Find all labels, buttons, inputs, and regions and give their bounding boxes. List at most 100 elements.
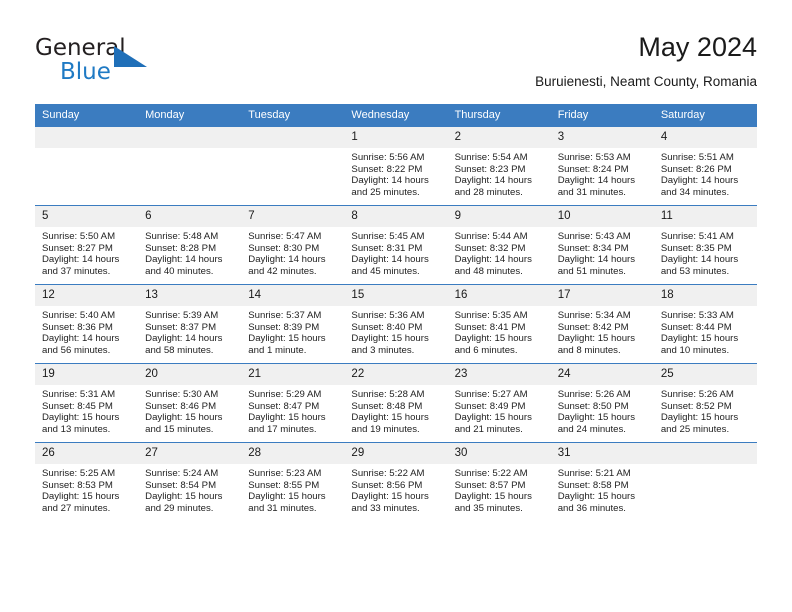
day-number: 15	[344, 285, 448, 306]
calendar-day-cell[interactable]: 21 Sunrise: 5:29 AM Sunset: 8:47 PM Dayligh…	[241, 363, 345, 443]
calendar-day-cell[interactable]: 29 Sunrise: 5:22 AM Sunset: 8:56 PM Dayligh…	[344, 442, 448, 521]
sunrise-text: Sunrise: 5:37 AM	[248, 310, 322, 321]
day-details: Sunrise: 5:26 AM Sunset: 8:52 PM Daylight:…	[654, 385, 757, 435]
sunset-text: Sunset: 8:46 PM	[145, 400, 217, 412]
sunset-text: Sunset: 8:32 PM	[454, 242, 526, 254]
sunrise-text: Sunrise: 5:36 AM	[351, 310, 425, 321]
sunset-text: Sunset: 8:26 PM	[660, 163, 732, 175]
calendar-day-cell[interactable]: 1 Sunrise: 5:56 AM Sunset: 8:22 PM Daylight…	[344, 126, 448, 206]
daylight-text: Daylight: 15 hours and 10 minutes.	[660, 333, 739, 356]
day-number: 28	[241, 443, 345, 464]
calendar-day-cell[interactable]: 30 Sunrise: 5:22 AM Sunset: 8:57 PM Dayligh…	[447, 442, 551, 521]
sunset-text: Sunset: 8:27 PM	[42, 242, 113, 254]
calendar-day-cell[interactable]: 10 Sunrise: 5:43 AM Sunset: 8:34 PM Dayligh…	[550, 205, 654, 285]
calendar-day-cell[interactable]: 23 Sunrise: 5:27 AM Sunset: 8:49 PM Dayligh…	[447, 363, 551, 443]
day-details: Sunrise: 5:21 AM Sunset: 8:58 PM Daylight:…	[551, 464, 654, 514]
calendar-day-cell[interactable]: 19 Sunrise: 5:31 AM Sunset: 8:45 PM Dayligh…	[35, 363, 139, 443]
day-number: 3	[550, 127, 654, 148]
calendar-day-cell[interactable]: 11 Sunrise: 5:41 AM Sunset: 8:35 PM Dayligh…	[653, 205, 757, 285]
day-details: Sunrise: 5:25 AM Sunset: 8:53 PM Daylight:…	[35, 464, 138, 514]
calendar-day-cell[interactable]: 22 Sunrise: 5:28 AM Sunset: 8:48 PM Dayligh…	[344, 363, 448, 443]
day-details: Sunrise: 5:34 AM Sunset: 8:42 PM Daylight:…	[551, 306, 654, 356]
calendar-day-cell[interactable]: 12 Sunrise: 5:40 AM Sunset: 8:36 PM Dayligh…	[35, 284, 139, 364]
calendar-day-cell[interactable]: 5 Sunrise: 5:50 AM Sunset: 8:27 PM Daylight…	[35, 205, 139, 285]
sunset-text: Sunset: 8:30 PM	[248, 242, 320, 254]
day-details: Sunrise: 5:40 AM Sunset: 8:36 PM Daylight:…	[35, 306, 138, 356]
day-details: Sunrise: 5:36 AM Sunset: 8:40 PM Daylight:…	[344, 306, 447, 356]
sunrise-text: Sunrise: 5:48 AM	[145, 231, 219, 242]
calendar-day-cell[interactable]: 28 Sunrise: 5:23 AM Sunset: 8:55 PM Dayligh…	[241, 442, 345, 521]
daylight-text: Daylight: 14 hours and 42 minutes.	[248, 254, 326, 277]
daylight-text: Daylight: 15 hours and 35 minutes.	[454, 491, 532, 514]
calendar-day-cell[interactable]: 14 Sunrise: 5:37 AM Sunset: 8:39 PM Dayligh…	[241, 284, 345, 364]
page-subtitle: Buruienesti, Neamt County, Romania	[535, 74, 757, 89]
calendar-day-cell[interactable]: 31 Sunrise: 5:21 AM Sunset: 8:58 PM Dayligh…	[550, 442, 654, 521]
day-number: 12	[35, 285, 139, 306]
sunset-text: Sunset: 8:44 PM	[660, 321, 732, 333]
weekday-header-monday: Monday	[138, 104, 242, 127]
calendar-day-cell[interactable]: 2 Sunrise: 5:54 AM Sunset: 8:23 PM Daylight…	[447, 126, 551, 206]
day-number: 10	[550, 206, 654, 227]
day-details: Sunrise: 5:37 AM Sunset: 8:39 PM Daylight:…	[241, 306, 344, 356]
day-details: Sunrise: 5:56 AM Sunset: 8:22 PM Daylight:…	[344, 148, 447, 198]
sunset-text: Sunset: 8:58 PM	[557, 479, 629, 491]
day-details: Sunrise: 5:33 AM Sunset: 8:44 PM Daylight:…	[654, 306, 757, 356]
daylight-text: Daylight: 14 hours and 31 minutes.	[557, 175, 636, 198]
sunrise-text: Sunrise: 5:26 AM	[660, 389, 734, 400]
sunrise-text: Sunrise: 5:53 AM	[557, 152, 631, 163]
sunrise-text: Sunrise: 5:30 AM	[145, 389, 219, 400]
title-block: May 2024 Buruienesti, Neamt County, Roma…	[535, 30, 757, 92]
day-number	[241, 127, 345, 148]
sunrise-text: Sunrise: 5:31 AM	[42, 389, 116, 400]
sunrise-text: Sunrise: 5:39 AM	[145, 310, 219, 321]
calendar-day-cell[interactable]: 18 Sunrise: 5:33 AM Sunset: 8:44 PM Dayligh…	[653, 284, 757, 364]
day-number: 17	[550, 285, 654, 306]
daylight-text: Daylight: 15 hours and 33 minutes.	[351, 491, 429, 514]
calendar-day-cell[interactable]: 3 Sunrise: 5:53 AM Sunset: 8:24 PM Daylight…	[550, 126, 654, 206]
day-number: 7	[241, 206, 345, 227]
calendar-day-cell[interactable]: 13 Sunrise: 5:39 AM Sunset: 8:37 PM Dayligh…	[138, 284, 242, 364]
logo-triangle-icon	[114, 46, 147, 67]
calendar-day-cell[interactable]: 25 Sunrise: 5:26 AM Sunset: 8:52 PM Dayligh…	[653, 363, 757, 443]
sunrise-text: Sunrise: 5:50 AM	[42, 231, 116, 242]
calendar-day-cell[interactable]: 9 Sunrise: 5:44 AM Sunset: 8:32 PM Daylight…	[447, 205, 551, 285]
sunset-text: Sunset: 8:57 PM	[454, 479, 526, 491]
calendar-day-cell[interactable]: 26 Sunrise: 5:25 AM Sunset: 8:53 PM Dayligh…	[35, 442, 139, 521]
day-details: Sunrise: 5:48 AM Sunset: 8:28 PM Daylight:…	[138, 227, 241, 277]
day-number: 24	[550, 364, 654, 385]
day-number: 21	[241, 364, 345, 385]
calendar-day-cell[interactable]: 15 Sunrise: 5:36 AM Sunset: 8:40 PM Dayligh…	[344, 284, 448, 364]
calendar-empty-cell	[653, 442, 757, 521]
day-details: Sunrise: 5:24 AM Sunset: 8:54 PM Daylight:…	[138, 464, 241, 514]
sunrise-text: Sunrise: 5:22 AM	[454, 468, 528, 479]
weekday-header-friday: Friday	[550, 104, 654, 127]
sunrise-text: Sunrise: 5:35 AM	[454, 310, 528, 321]
sunset-text: Sunset: 8:47 PM	[248, 400, 320, 412]
calendar-day-cell[interactable]: 20 Sunrise: 5:30 AM Sunset: 8:46 PM Dayligh…	[138, 363, 242, 443]
sunrise-text: Sunrise: 5:56 AM	[351, 152, 425, 163]
calendar-day-cell[interactable]: 8 Sunrise: 5:45 AM Sunset: 8:31 PM Daylight…	[344, 205, 448, 285]
calendar-header-row: Sunday Monday Tuesday Wednesday Thursday…	[35, 104, 757, 127]
day-number: 26	[35, 443, 139, 464]
calendar-day-cell[interactable]: 17 Sunrise: 5:34 AM Sunset: 8:42 PM Dayligh…	[550, 284, 654, 364]
sunrise-text: Sunrise: 5:41 AM	[660, 231, 734, 242]
sunrise-text: Sunrise: 5:44 AM	[454, 231, 528, 242]
daylight-text: Daylight: 15 hours and 31 minutes.	[248, 491, 326, 514]
sunset-text: Sunset: 8:48 PM	[351, 400, 423, 412]
sunrise-text: Sunrise: 5:47 AM	[248, 231, 322, 242]
daylight-text: Daylight: 15 hours and 1 minute.	[248, 333, 326, 356]
day-number: 8	[344, 206, 448, 227]
daylight-text: Daylight: 14 hours and 51 minutes.	[557, 254, 636, 277]
calendar-day-cell[interactable]: 7 Sunrise: 5:47 AM Sunset: 8:30 PM Daylight…	[241, 205, 345, 285]
calendar-day-cell[interactable]: 6 Sunrise: 5:48 AM Sunset: 8:28 PM Daylight…	[138, 205, 242, 285]
day-details: Sunrise: 5:45 AM Sunset: 8:31 PM Daylight:…	[344, 227, 447, 277]
calendar-empty-cell	[35, 126, 139, 206]
calendar-day-cell[interactable]: 27 Sunrise: 5:24 AM Sunset: 8:54 PM Dayligh…	[138, 442, 242, 521]
calendar-day-cell[interactable]: 24 Sunrise: 5:26 AM Sunset: 8:50 PM Dayligh…	[550, 363, 654, 443]
sunrise-sunset-calendar: Sunday Monday Tuesday Wednesday Thursday…	[35, 104, 757, 521]
day-number	[138, 127, 242, 148]
day-details: Sunrise: 5:39 AM Sunset: 8:37 PM Daylight:…	[138, 306, 241, 356]
daylight-text: Daylight: 14 hours and 25 minutes.	[351, 175, 429, 198]
calendar-day-cell[interactable]: 16 Sunrise: 5:35 AM Sunset: 8:41 PM Dayligh…	[447, 284, 551, 364]
calendar-day-cell[interactable]: 4 Sunrise: 5:51 AM Sunset: 8:26 PM Daylight…	[653, 126, 757, 206]
